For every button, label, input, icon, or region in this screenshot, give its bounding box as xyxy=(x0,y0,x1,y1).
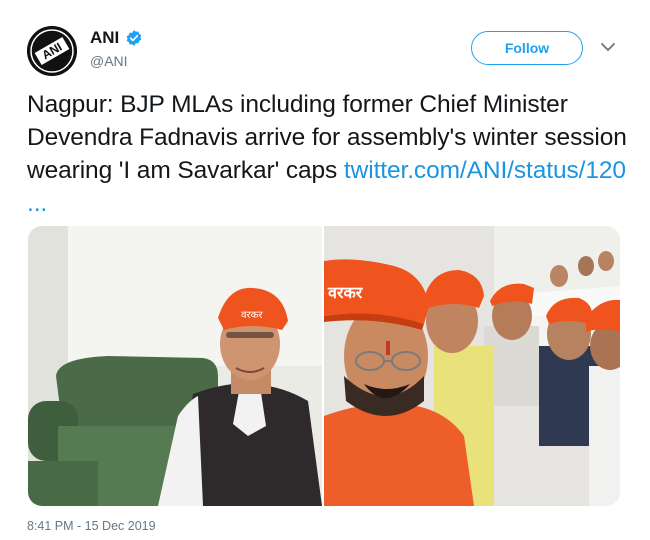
display-name[interactable]: ANI xyxy=(90,28,119,48)
follow-button[interactable]: Follow xyxy=(471,31,583,65)
user-handle[interactable]: @ANI xyxy=(90,53,128,69)
chevron-down-icon[interactable] xyxy=(599,38,617,56)
tweet-header: ANI ANI @ANI Follow xyxy=(0,0,650,90)
cap-text-left: वरकर xyxy=(241,310,263,321)
tweet-text: Nagpur: BJP MLAs including former Chief … xyxy=(27,88,627,220)
verified-badge-icon xyxy=(127,30,142,46)
photo-mlas[interactable]: वरकर xyxy=(324,226,620,506)
tweet-media[interactable]: वरकर वरकर xyxy=(28,226,620,506)
name-row: ANI xyxy=(90,28,143,48)
cap-text-right: वरकर xyxy=(327,283,364,302)
ani-avatar[interactable]: ANI xyxy=(27,26,77,76)
ani-logo-icon: ANI xyxy=(27,26,77,76)
tweet-timestamp[interactable]: 8:41 PM - 15 Dec 2019 xyxy=(27,519,156,533)
photo-fadnavis[interactable]: वरकर xyxy=(28,226,322,506)
